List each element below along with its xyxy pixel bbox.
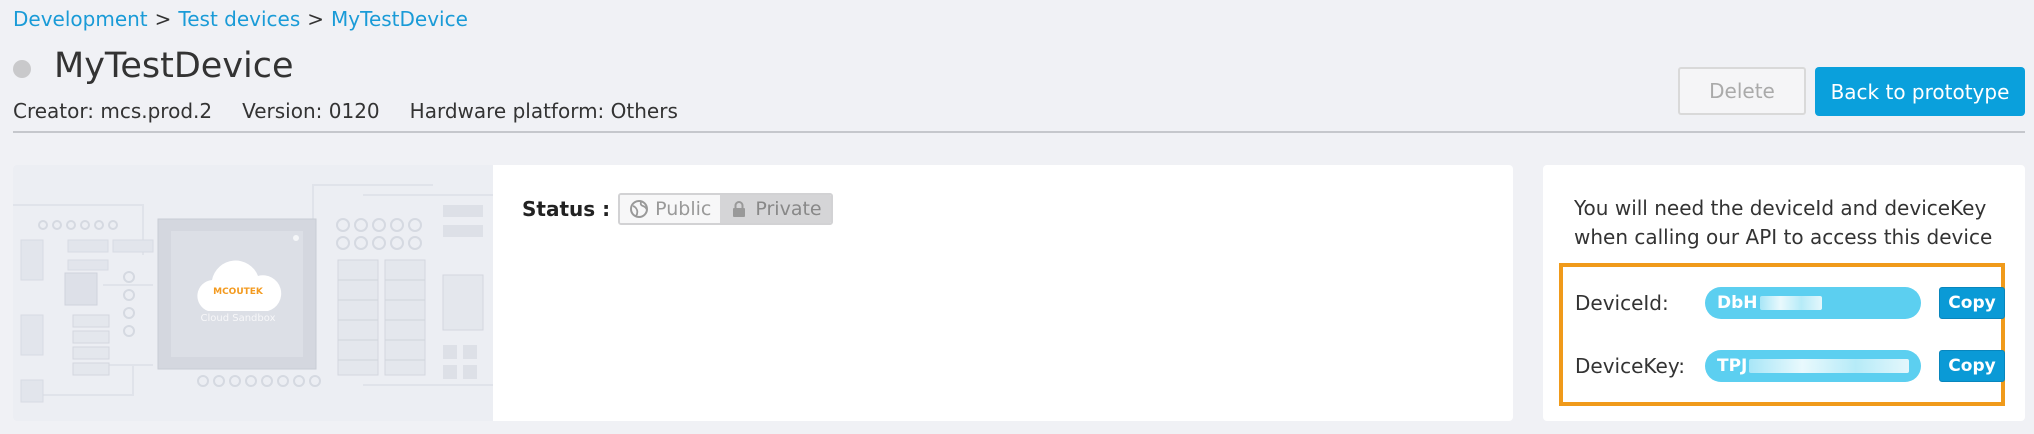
device-id-field[interactable]: DbH <box>1705 286 1921 319</box>
redacted-blur <box>1749 358 1910 373</box>
back-to-prototype-button[interactable]: Back to prototype <box>1815 67 2025 116</box>
breadcrumb-link-development[interactable]: Development <box>13 7 148 31</box>
device-status-dot <box>13 60 31 78</box>
status-label: Status : <box>522 197 611 221</box>
visibility-toggle: Public Private <box>618 193 833 225</box>
copy-device-key-button[interactable]: Copy <box>1939 349 2005 382</box>
private-option-label: Private <box>755 198 822 220</box>
device-key-label: DeviceKey: <box>1575 353 1685 378</box>
public-option-label: Public <box>655 198 712 220</box>
device-key-row: DeviceKey: TPJ Copy <box>1575 349 2005 382</box>
page-title: MyTestDevice <box>54 46 294 86</box>
device-id-row: DeviceId: DbH Copy <box>1575 286 2005 319</box>
creator-text: Creator: mcs.prod.2 <box>13 99 213 123</box>
device-key-value: TPJ <box>1717 355 1748 376</box>
redacted-blur <box>1759 295 1822 310</box>
device-keys-card: You will need the deviceId and deviceKey… <box>1543 165 2025 421</box>
private-option[interactable]: Private <box>720 195 831 223</box>
device-info-card: MCOUTEK Cloud Sandbox Status : Public Pr… <box>13 165 1513 421</box>
device-key-field[interactable]: TPJ <box>1705 349 1921 382</box>
device-id-label: DeviceId: <box>1575 290 1669 315</box>
breadcrumb-separator: > <box>307 7 325 31</box>
lock-icon <box>733 201 746 217</box>
copy-device-id-button[interactable]: Copy <box>1939 286 2005 319</box>
public-option[interactable]: Public <box>620 195 721 223</box>
delete-button[interactable]: Delete <box>1678 67 1806 115</box>
version-text: Version: 0120 <box>242 99 380 123</box>
header-divider <box>13 131 2025 133</box>
device-board-image: MCOUTEK Cloud Sandbox <box>13 165 493 421</box>
keys-highlight-box: DeviceId: DbH Copy DeviceKey: TPJ Copy <box>1559 263 2005 406</box>
keys-hint-text: You will need the deviceId and deviceKey… <box>1574 196 1993 249</box>
board-caption: Cloud Sandbox <box>200 313 276 324</box>
breadcrumb-separator: > <box>154 7 172 31</box>
breadcrumb: Development > Test devices > MyTestDevice <box>13 6 468 32</box>
device-meta: Creator: mcs.prod.2 Version: 0120 Hardwa… <box>13 98 678 124</box>
breadcrumb-link-current-device[interactable]: MyTestDevice <box>331 7 468 31</box>
device-id-value: DbH <box>1717 292 1758 313</box>
board-brand-label: MCOUTEK <box>213 287 263 297</box>
status-control: Status : Public Private <box>522 193 833 225</box>
globe-icon <box>630 200 649 218</box>
breadcrumb-link-test-devices[interactable]: Test devices <box>178 7 300 31</box>
platform-text: Hardware platform: Others <box>409 99 678 123</box>
